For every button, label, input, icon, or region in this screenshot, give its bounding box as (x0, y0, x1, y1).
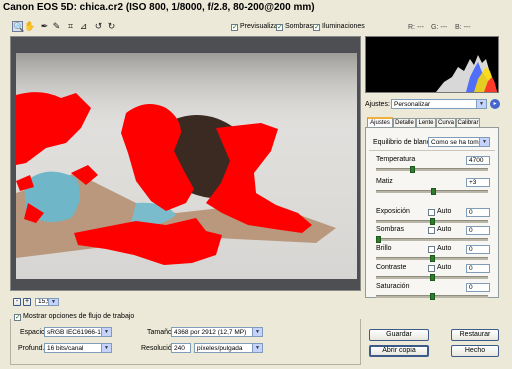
adjustment-label: Brillo (376, 245, 392, 252)
auto-checkbox[interactable] (428, 227, 435, 234)
tab-lente[interactable]: Lente (416, 118, 436, 127)
adjustment-slider-track[interactable] (376, 238, 488, 241)
tab-calibrar[interactable]: Calibrar (456, 118, 480, 127)
rotate-cw-icon[interactable]: ↻ (106, 21, 117, 32)
photo-preview[interactable] (16, 53, 357, 279)
adjustment-slider-thumb[interactable] (430, 218, 435, 225)
adjustment-value-field[interactable]: 0 (466, 245, 490, 254)
size-select[interactable]: 4368 por 2912 (12,7 MP) ▼ (171, 327, 263, 337)
auto-label: Auto (437, 226, 452, 233)
zoom-level-select[interactable]: 15,5%▼ (35, 298, 59, 306)
highlights-checkbox[interactable]: ✓ (313, 24, 320, 31)
b-readout: B: --- (455, 24, 471, 31)
preview-checkbox[interactable]: ✓ (231, 24, 238, 31)
space-label: Espacio: (20, 329, 47, 336)
adjustment-value-field[interactable]: 0 (466, 264, 490, 273)
save-button[interactable]: Guardar (369, 329, 429, 341)
photo-content (16, 53, 357, 279)
tab-curva[interactable]: Curva (436, 118, 456, 127)
highlights-label: Iluminaciones (322, 23, 365, 30)
adjustment-label: Matiz (376, 178, 393, 185)
divider (369, 150, 495, 151)
settings-select[interactable]: Personalizar ▼ (391, 99, 487, 109)
adjustment-label: Exposición (376, 208, 410, 215)
shadows-checkbox[interactable]: ✓ (276, 24, 283, 31)
adjustments-panel: Equilibrio de blancos: Como se ha tomado… (365, 127, 499, 300)
white-balance-tool-icon[interactable]: ✒ (39, 21, 50, 32)
auto-label: Auto (437, 208, 452, 215)
histogram-graph (436, 55, 497, 92)
auto-label: Auto (437, 245, 452, 252)
histogram (365, 36, 499, 93)
shadows-label: Sombras (285, 23, 314, 30)
rotate-ccw-icon[interactable]: ↺ (93, 21, 104, 32)
workflow-group (10, 319, 361, 365)
adjustment-slider-thumb[interactable] (430, 274, 435, 281)
adjustment-slider-thumb[interactable] (376, 236, 381, 243)
space-select[interactable]: sRGB IEC61966-1 ▼ (44, 327, 112, 337)
adjustment-label: Contraste (376, 264, 407, 271)
hand-tool-icon[interactable]: ✋ (24, 21, 35, 32)
image-canvas[interactable] (10, 36, 361, 291)
adjustment-slider-thumb[interactable] (431, 188, 436, 195)
crop-tool-icon[interactable]: ⌗ (65, 21, 76, 32)
zoom-in-button[interactable]: + (23, 298, 31, 306)
adjustment-label: Sombras (376, 226, 405, 233)
size-label: Tamaño: (147, 329, 174, 336)
done-button[interactable]: Hecho (451, 345, 499, 357)
reset-button[interactable]: Restaurar (451, 329, 499, 341)
open-copy-button[interactable]: Abrir copia (369, 345, 429, 357)
adjustment-value-field[interactable]: 0 (466, 283, 490, 292)
straighten-tool-icon[interactable]: ⊿ (78, 21, 89, 32)
adjustment-value-field[interactable]: 0 (466, 226, 490, 235)
depth-select[interactable]: 16 bits/canal ▼ (44, 343, 112, 353)
adjustment-value-field[interactable]: 4700 (466, 156, 490, 165)
window-title: Canon EOS 5D: chica.cr2 (ISO 800, 1/8000… (3, 2, 315, 13)
depth-label: Profund.: (18, 345, 47, 352)
preview-label: Previsualizar (240, 23, 281, 30)
resolution-field[interactable]: 240 (171, 343, 191, 353)
r-readout: R: --- (408, 24, 424, 31)
g-readout: G: --- (431, 24, 448, 31)
adjustment-slider-track[interactable] (376, 168, 488, 171)
title-bar: Canon EOS 5D: chica.cr2 (ISO 800, 1/8000… (0, 0, 512, 16)
zoom-tool-icon[interactable]: 🔍 (12, 21, 24, 32)
adjustment-value-field[interactable]: 0 (466, 208, 490, 217)
zoom-out-button[interactable]: - (13, 298, 21, 306)
settings-menu-icon[interactable]: ▸ (490, 99, 500, 109)
adjustment-label: Temperatura (376, 156, 416, 163)
adjustment-slider-thumb[interactable] (430, 255, 435, 262)
resolution-unit-select[interactable]: píxeles/pulgada ▼ (194, 343, 263, 353)
adjustment-label: Saturación (376, 283, 410, 290)
auto-checkbox[interactable] (428, 265, 435, 272)
auto-checkbox[interactable] (428, 246, 435, 253)
adjustment-value-field[interactable]: +3 (466, 178, 490, 187)
adjustment-slider-thumb[interactable] (430, 293, 435, 300)
auto-label: Auto (437, 264, 452, 271)
tab-detalle[interactable]: Detalle (393, 118, 416, 127)
adjustment-slider-thumb[interactable] (410, 166, 415, 173)
color-sampler-tool-icon[interactable]: ✎ (51, 21, 62, 32)
white-balance-select[interactable]: Como se ha tomado ▼ (428, 137, 490, 147)
auto-checkbox[interactable] (428, 209, 435, 216)
settings-label: Ajustes: (365, 101, 390, 108)
